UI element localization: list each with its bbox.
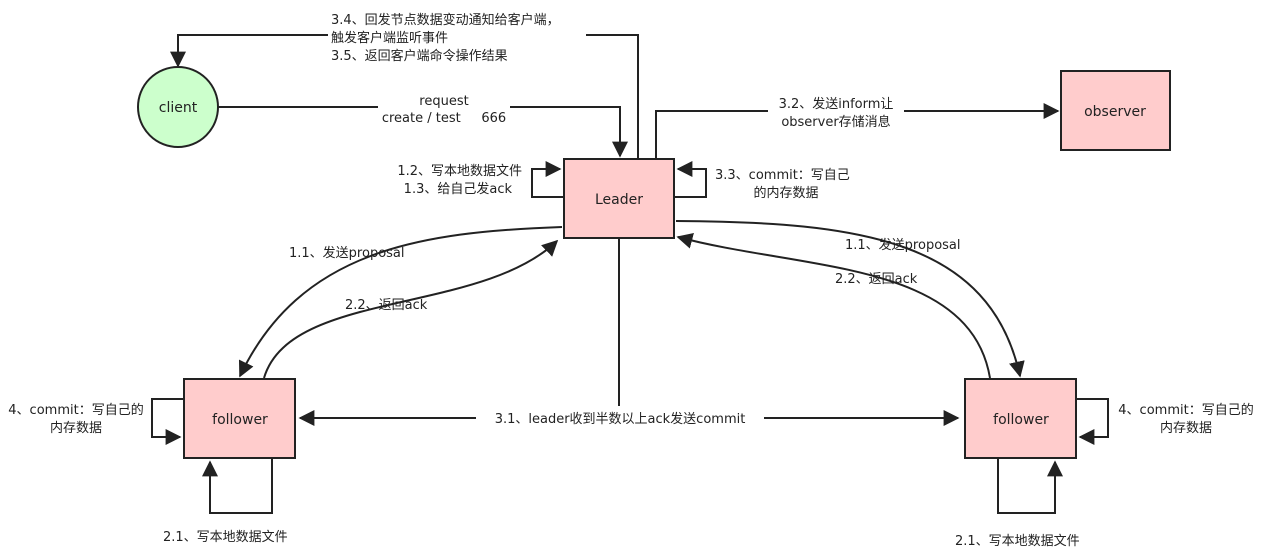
- leader-write-label-line2: 1.3、给自己发ack: [404, 181, 513, 197]
- observer-label: observer: [1084, 104, 1146, 120]
- ack-left-label: 2.2、返回ack: [345, 298, 428, 313]
- commit-left-label-line1: 4、commit：写自己的: [8, 402, 143, 418]
- request-label-line1: request: [419, 94, 468, 109]
- edge-ack-right: [676, 233, 991, 379]
- edge-follower-right-commit: [1076, 398, 1109, 445]
- commit-left-label-line2: 内存数据: [50, 420, 102, 436]
- commit-right-label-line2: 内存数据: [1160, 420, 1212, 436]
- write-right-label: 2.1、写本地数据文件: [955, 534, 1080, 548]
- commit-right-label-line1: 4、commit：写自己的: [1118, 402, 1253, 418]
- leader-node: Leader: [563, 158, 675, 239]
- follower-right-node: follower: [964, 378, 1077, 459]
- client-label: client: [159, 100, 198, 116]
- leader-label: Leader: [595, 192, 643, 208]
- leader-write-label-line1: 1.2、写本地数据文件: [397, 164, 522, 179]
- request-label-line2: create / test 666: [382, 111, 506, 126]
- observer-node: observer: [1060, 70, 1171, 151]
- leader-commit-label-line2: 的内存数据: [753, 185, 818, 201]
- notify-label-line2: 触发客户端监听事件: [331, 30, 448, 46]
- client-node: client: [137, 66, 219, 148]
- inform-label-line2: observer存储消息: [781, 114, 890, 130]
- notify-label-line1: 3.4、回发节点数据变动通知给客户端，: [331, 12, 560, 28]
- inform-label-line1: 3.2、发送inform让: [779, 96, 894, 112]
- follower-left-label: follower: [212, 412, 268, 428]
- edge-follower-right-write: [997, 458, 1063, 514]
- commit-broadcast-label: 3.1、leader收到半数以上ack发送commit: [495, 411, 746, 427]
- edge-follower-left-commit: [151, 398, 184, 445]
- follower-right-label: follower: [993, 412, 1049, 428]
- notify-label-line3: 3.5、返回客户端命令操作结果: [331, 48, 508, 64]
- edge-leader-self-commit: [674, 161, 707, 198]
- write-left-label: 2.1、写本地数据文件: [163, 530, 288, 545]
- edge-follower-left-write: [202, 458, 273, 514]
- edge-leader-self-write: [531, 161, 564, 198]
- zookeeper-write-flow-diagram: client Leader observer follower follower…: [8, 8, 1254, 548]
- proposal-left-label: 1.1、发送proposal: [289, 245, 405, 261]
- ack-right-label: 2.2、返回ack: [835, 272, 918, 287]
- proposal-right-label: 1.1、发送proposal: [845, 237, 961, 253]
- leader-commit-label-line1: 3.3、commit：写自己: [715, 168, 850, 183]
- follower-left-node: follower: [183, 378, 296, 459]
